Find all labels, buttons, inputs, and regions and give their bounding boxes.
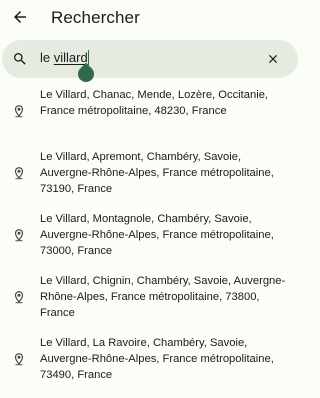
result-label: Le Villard, Chignin, Chambéry, Savoie, A… <box>40 275 286 319</box>
search-screen: Rechercher le villard Le Villard, Chanac… <box>0 0 300 398</box>
text-cursor <box>87 50 90 65</box>
back-button[interactable] <box>8 5 32 29</box>
search-icon <box>14 53 26 65</box>
result-label: Le Villard, Chanac, Mende, Lozère, Occit… <box>40 89 269 117</box>
location-pin-icon <box>14 229 24 242</box>
results-list: Le Villard, Chanac, Mende, Lozère, Occit… <box>0 80 300 390</box>
list-item[interactable]: Le Villard, La Ravoire, Chambéry, Savoie… <box>0 328 300 390</box>
arrow-left-icon <box>14 11 26 23</box>
result-label: Le Villard, Montagnole, Chambéry, Savoie… <box>40 213 274 257</box>
close-icon[interactable] <box>266 52 280 66</box>
top-app-bar: Rechercher <box>0 0 300 38</box>
list-item[interactable]: Le Villard, Chanac, Mende, Lozère, Occit… <box>0 80 300 142</box>
search-field[interactable]: le villard <box>2 40 298 78</box>
list-item[interactable]: Le Villard, Chignin, Chambéry, Savoie, A… <box>0 266 300 328</box>
location-pin-icon <box>14 105 24 118</box>
list-item[interactable]: Le Villard, Montagnole, Chambéry, Savoie… <box>0 204 300 266</box>
result-label: Le Villard, La Ravoire, Chambéry, Savoie… <box>40 337 274 381</box>
page-title: Rechercher <box>51 8 140 27</box>
list-item[interactable]: Le Villard, Apremont, Chambéry, Savoie, … <box>0 142 300 204</box>
location-pin-icon <box>14 291 24 304</box>
location-pin-icon <box>14 167 24 180</box>
search-query-prefix: le <box>40 50 54 65</box>
location-pin-icon <box>14 353 24 366</box>
search-query-word: villard <box>53 50 88 65</box>
result-label: Le Villard, Apremont, Chambéry, Savoie, … <box>40 151 274 195</box>
